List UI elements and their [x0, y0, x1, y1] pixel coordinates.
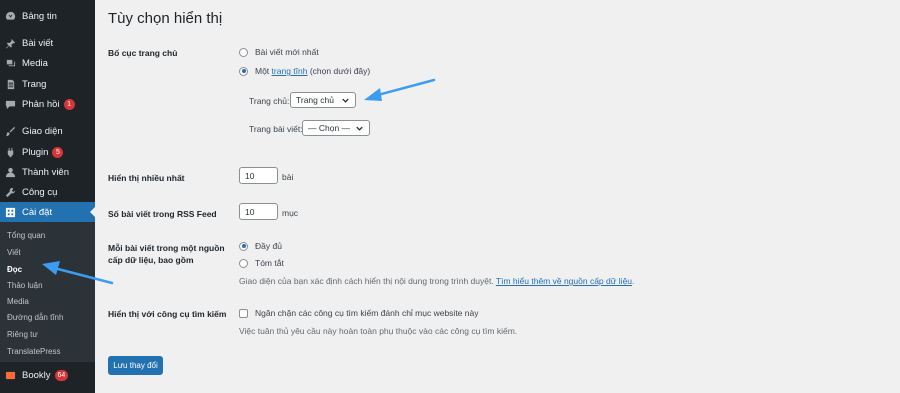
radio-latest-posts-row[interactable]: Bài viết mới nhất: [239, 47, 319, 57]
wrench-icon: [5, 187, 16, 198]
menu-label: Media: [22, 57, 48, 69]
rss-description-text: Giao diện của bạn xác định cách hiển thị…: [239, 276, 494, 286]
menu-label: Trang: [22, 78, 47, 90]
rss-items-label: Số bài viết trong RSS Feed: [108, 209, 217, 219]
plugin-icon: [5, 147, 16, 158]
posts-per-page-unit: bài: [282, 172, 294, 182]
homepage-select[interactable]: Trang chủ: [290, 92, 356, 108]
rss-content-label: Mỗi bài viết trong một nguồn cấp dữ liệu…: [108, 243, 225, 265]
rss-description-suffix: .: [632, 276, 635, 286]
rss-description: Giao diện của bạn xác định cách hiển thị…: [239, 276, 634, 286]
homepage-select-label: Trang chủ:: [249, 96, 290, 106]
noindex-checkbox-label: Ngăn chặn các công cụ tìm kiếm đánh chỉ …: [255, 308, 479, 318]
radio-summary-row[interactable]: Tóm tắt: [239, 258, 284, 268]
settings-submenu: Tổng quan Viết Đọc Thảo luận Media Đường…: [0, 222, 95, 362]
menu-label: Plugin: [22, 146, 49, 158]
homepage-select-value: Trang chủ: [296, 95, 334, 105]
radio-static-prefix: Một: [255, 66, 270, 76]
submenu-item-writing[interactable]: Viết: [7, 248, 21, 257]
annotation-arrow-reading: [42, 261, 114, 285]
settings-icon: [5, 207, 16, 218]
noindex-checkbox[interactable]: [239, 308, 248, 318]
menu-label: Cài đặt: [22, 206, 53, 218]
pin-icon: [5, 38, 16, 49]
menu-item-dashboard[interactable]: Bảng tin: [0, 6, 95, 26]
save-button[interactable]: Lưu thay đổi: [108, 356, 163, 375]
media-icon: [5, 58, 16, 69]
menu-label: Bảng tin: [22, 10, 57, 22]
rss-items-unit: mục: [282, 208, 299, 218]
menu-item-pages[interactable]: Trang: [0, 74, 95, 94]
menu-label: Bookly: [22, 369, 51, 381]
menu-item-users[interactable]: Thành viên: [0, 162, 95, 182]
radio-full-text-row[interactable]: Đầy đủ: [239, 241, 282, 251]
submenu-item-general[interactable]: Tổng quan: [7, 231, 45, 240]
bookly-icon: [5, 370, 16, 381]
posts-per-page-label: Hiển thị nhiều nhất: [108, 173, 185, 183]
submenu-item-media[interactable]: Media: [7, 297, 29, 306]
submenu-item-translatepress[interactable]: TranslatePress: [7, 347, 61, 356]
radio-static-page-row[interactable]: Một trang tĩnh (chọn dưới đây): [239, 66, 370, 76]
radio-full-text-label: Đầy đủ: [255, 241, 282, 251]
menu-item-plugins[interactable]: Plugin 5: [0, 142, 95, 162]
radio-summary[interactable]: [239, 258, 248, 268]
menu-item-media[interactable]: Media: [0, 53, 95, 73]
menu-item-posts[interactable]: Bài viết: [0, 33, 95, 53]
search-visibility-description: Việc tuân thủ yêu cầu này hoàn toàn phụ …: [239, 326, 518, 336]
radio-latest-posts[interactable]: [239, 47, 248, 57]
comment-icon: [5, 99, 16, 110]
postspage-select[interactable]: — Chọn —: [302, 120, 370, 136]
dashboard-icon: [5, 11, 16, 22]
menu-item-appearance[interactable]: Giao diện: [0, 121, 95, 141]
chevron-down-icon: [342, 98, 349, 103]
postspage-select-value: — Chọn —: [308, 123, 351, 133]
menu-label: Thành viên: [22, 166, 70, 178]
rss-items-input[interactable]: 10: [239, 203, 278, 220]
menu-item-comments[interactable]: Phản hồi 1: [0, 94, 95, 114]
page-title: Tùy chọn hiển thị: [108, 10, 223, 27]
homepage-layout-label: Bố cục trang chủ: [108, 48, 178, 58]
radio-full-text[interactable]: [239, 241, 248, 251]
submenu-item-permalinks[interactable]: Đường dẫn tĩnh: [7, 313, 63, 322]
page-icon: [5, 79, 16, 90]
bookly-count-badge: 64: [54, 369, 69, 381]
menu-label: Phản hồi: [22, 98, 60, 110]
postspage-select-label: Trang bài viết:: [249, 124, 303, 134]
user-icon: [5, 167, 16, 178]
search-visibility-label: Hiển thị với công cụ tìm kiếm: [108, 309, 227, 319]
radio-static-page[interactable]: [239, 66, 248, 76]
radio-static-suffix: (chọn dưới đây): [309, 66, 371, 76]
menu-label: Bài viết: [22, 37, 54, 49]
static-page-link[interactable]: trang tĩnh: [272, 66, 308, 76]
submenu-item-privacy[interactable]: Riêng tư: [7, 330, 38, 339]
submenu-item-reading[interactable]: Đọc: [7, 265, 22, 274]
menu-item-bookly[interactable]: Bookly 64: [0, 365, 95, 385]
admin-sidebar: Bảng tin Bài viết Media Trang Phản hồi 1…: [0, 0, 95, 393]
brush-icon: [5, 126, 16, 137]
rss-learn-more-link[interactable]: Tìm hiểu thêm về nguồn cấp dữ liệu: [496, 276, 632, 286]
menu-label: Giao diện: [22, 125, 63, 137]
radio-summary-label: Tóm tắt: [255, 258, 284, 268]
menu-item-tools[interactable]: Công cụ: [0, 182, 95, 202]
menu-item-settings[interactable]: Cài đặt: [0, 202, 95, 222]
plugin-count-badge: 5: [52, 146, 64, 158]
posts-per-page-input[interactable]: 10: [239, 167, 278, 184]
menu-label: Công cụ: [22, 186, 58, 198]
annotation-arrow-homepage: [364, 78, 436, 101]
settings-main: Tùy chọn hiển thị Bố cục trang chủ Bài v…: [95, 0, 900, 393]
radio-latest-posts-label: Bài viết mới nhất: [255, 47, 319, 57]
comment-count-badge: 1: [63, 98, 75, 110]
noindex-checkbox-row[interactable]: Ngăn chặn các công cụ tìm kiếm đánh chỉ …: [239, 308, 478, 318]
chevron-down-icon: [356, 126, 363, 131]
